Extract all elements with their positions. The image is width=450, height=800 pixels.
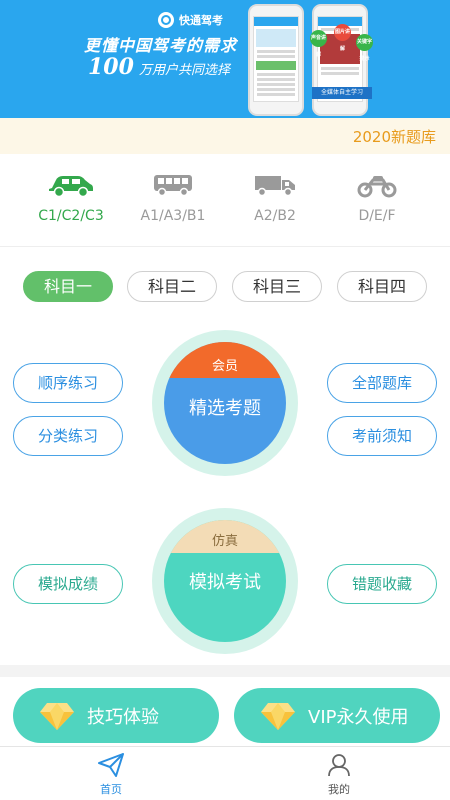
- featured-questions-circle[interactable]: 会员 精选考题: [152, 330, 298, 476]
- exam-notes-button[interactable]: 考前须知: [327, 416, 437, 456]
- vehicle-tab-bus[interactable]: A1/A3/B1: [118, 172, 228, 224]
- vehicle-type-selector: C1/C2/C3 A1/A3/B1 A2/B2 D/E/F: [0, 172, 450, 242]
- featured-questions-inner: 会员 精选考题: [164, 342, 286, 464]
- mock-exam-inner: 仿真 模拟考试: [164, 520, 286, 642]
- member-tag: 会员: [211, 359, 238, 374]
- vip-forever-label: VIP永久使用: [308, 706, 409, 728]
- mock-score-button[interactable]: 模拟成绩: [13, 564, 123, 604]
- vehicle-label: A2/B2: [254, 208, 296, 224]
- featured-questions-title: 精选考题: [189, 398, 261, 419]
- truck-icon: [255, 176, 295, 197]
- vehicle-label: A1/A3/B1: [140, 208, 206, 224]
- mock-exam-circle[interactable]: 仿真 模拟考试: [152, 508, 298, 654]
- diamond-icon: [261, 702, 295, 730]
- tab-subject-1[interactable]: 科目一: [23, 271, 113, 302]
- banner-slogan: 更懂中国驾考的需求: [84, 36, 238, 55]
- bubble-voice: 声音讲解: [310, 30, 327, 58]
- wrong-questions-button[interactable]: 错题收藏: [327, 564, 437, 604]
- steering-wheel-icon: [158, 12, 174, 28]
- vehicle-label: C1/C2/C3: [38, 208, 104, 224]
- promo-banner[interactable]: 快通驾考 更懂中国驾考的需求 100 万用户共同选择 声音讲解 图片讲解 关键字…: [0, 0, 450, 118]
- brand: 快通驾考: [158, 12, 223, 28]
- nav-home[interactable]: 首页: [66, 753, 156, 797]
- tips-experience-button[interactable]: 技巧体验: [13, 688, 219, 743]
- banner-users-number: 100: [88, 54, 134, 80]
- tab-subject-2[interactable]: 科目二: [127, 271, 217, 302]
- tips-experience-label: 技巧体验: [87, 706, 159, 728]
- banner-users-text: 万用户共同选择: [138, 63, 230, 78]
- vehicle-tab-motorcycle[interactable]: D/E/F: [322, 172, 432, 224]
- phone-mockup-left: [248, 4, 304, 116]
- tab-subject-3[interactable]: 科目三: [232, 271, 322, 302]
- notice-bar[interactable]: 2020新题库: [0, 118, 450, 154]
- banner-users-line: 100 万用户共同选择: [88, 54, 230, 80]
- all-questions-button[interactable]: 全部题库: [327, 363, 437, 403]
- nav-mine-label: 我的: [328, 783, 350, 796]
- diamond-icon: [40, 702, 74, 730]
- vehicle-label: D/E/F: [358, 208, 396, 224]
- mock-exam-title: 模拟考试: [189, 572, 261, 593]
- divider: [0, 246, 450, 247]
- bottom-tab-bar: 首页 我的: [0, 746, 450, 800]
- vip-forever-button[interactable]: VIP永久使用: [234, 688, 440, 743]
- tab-subject-4[interactable]: 科目四: [337, 271, 427, 302]
- section-separator: [0, 665, 450, 677]
- bubble-keyword: 关键字提示: [356, 34, 373, 62]
- simulation-tag: 仿真: [211, 534, 238, 549]
- bus-icon: [154, 175, 192, 197]
- vehicle-tab-car[interactable]: C1/C2/C3: [16, 172, 126, 224]
- notice-text: 2020新题库: [352, 128, 436, 146]
- phone-tag: 全媒体自主学习: [312, 87, 372, 99]
- nav-home-label: 首页: [100, 783, 122, 796]
- paper-plane-icon: [98, 753, 124, 777]
- bubble-image: 图片讲解: [334, 24, 351, 52]
- user-icon: [328, 754, 350, 777]
- sequential-practice-button[interactable]: 顺序练习: [13, 363, 123, 403]
- motorcycle-icon: [357, 176, 397, 198]
- nav-mine[interactable]: 我的: [294, 753, 384, 797]
- category-practice-button[interactable]: 分类练习: [13, 416, 123, 456]
- brand-name: 快通驾考: [179, 14, 223, 27]
- vehicle-tab-truck[interactable]: A2/B2: [220, 172, 330, 224]
- car-icon: [49, 176, 93, 198]
